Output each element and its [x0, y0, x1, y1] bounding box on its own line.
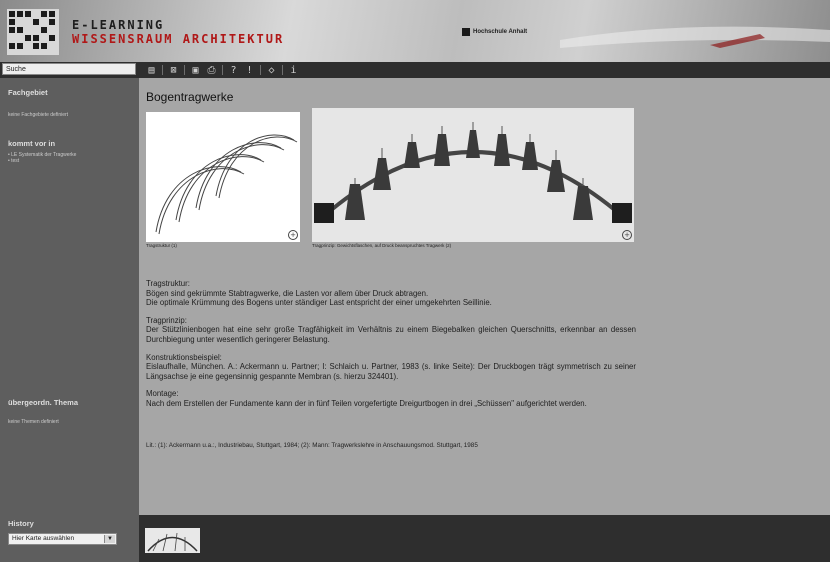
chevron-down-icon[interactable]: ▼: [104, 535, 115, 543]
main-content: Bogentragwerke + + Tragstruktur (1) Trag…: [139, 78, 830, 515]
figure-arch-drawing[interactable]: +: [146, 112, 300, 242]
university-logo: Hochschule Anhalt: [462, 28, 527, 36]
paragraph: Tragstruktur: Bögen sind gekrümmte Stabt…: [146, 279, 636, 308]
logo-title: E-LEARNING: [72, 18, 165, 32]
history-select-value: Hier Karte auswählen: [12, 535, 75, 542]
paragraph-label: Tragprinzip:: [146, 315, 187, 325]
logo-grid-icon: [7, 9, 59, 55]
history-bar: [139, 515, 830, 562]
fachgebiet-text: keine Fachgebiete definiert: [8, 112, 69, 118]
figure-hanging-model-photo[interactable]: +: [312, 108, 634, 242]
paragraph-text: Nach dem Erstellen der Fundamente kann d…: [146, 398, 587, 408]
logo-subtitle: WISSENSRAUM ARCHITEKTUR: [72, 32, 285, 46]
paragraph-label: Montage:: [146, 389, 179, 399]
header-decoration: [560, 26, 830, 48]
toolbar-icons: ▤ ⊠ ▣ ⎙ ? ! ◇ i: [146, 64, 299, 76]
toolbar-divider: [222, 65, 223, 75]
toolbar-divider: [282, 65, 283, 75]
paragraph-text: Der Stützlinienbogen hat eine sehr große…: [146, 325, 636, 344]
history-heading: History: [8, 519, 34, 528]
toolbar-divider: [162, 65, 163, 75]
literature-reference: Lit.: (1): Ackermann u.a.:, Industriebau…: [146, 442, 478, 449]
kommt-vor-link-2[interactable]: • test: [8, 158, 19, 164]
paragraph-label: Tragstruktur:: [146, 279, 190, 288]
sitemap-icon[interactable]: ⊠: [168, 65, 179, 76]
thema-text: keine Themen definiert: [8, 419, 59, 425]
zoom-icon[interactable]: +: [288, 230, 298, 240]
university-name: Hochschule Anhalt: [473, 29, 528, 35]
figure-2-caption: Tragprinzip: Gewichtsflaschen, auf Druck…: [312, 243, 452, 248]
figure-1-caption: Tragstruktur (1): [146, 243, 177, 248]
help-icon[interactable]: ?: [228, 65, 239, 76]
thema-heading: übergeordn. Thema: [8, 398, 79, 407]
toolbar: Suche ▤ ⊠ ▣ ⎙ ? ! ◇ i: [0, 62, 830, 78]
back-forward-icon[interactable]: ◇: [266, 65, 277, 76]
paragraph-text: Bögen sind gekrümmte Stabtragwerke, die …: [146, 288, 492, 308]
zoom-icon[interactable]: +: [622, 230, 632, 240]
toolbar-divider: [260, 65, 261, 75]
history-thumbnail[interactable]: [145, 528, 200, 553]
description-text: Tragstruktur: Bögen sind gekrümmte Stabt…: [146, 279, 636, 417]
paragraph: Konstruktionsbeispiel: Eislaufhalle, Mün…: [146, 353, 636, 382]
print-icon[interactable]: ⎙: [206, 65, 217, 76]
toolbar-divider: [184, 65, 185, 75]
document-icon[interactable]: ▤: [146, 65, 157, 76]
university-mark-icon: [462, 28, 470, 36]
fachgebiet-heading: Fachgebiet: [8, 88, 48, 97]
paragraph-label: Konstruktionsbeispiel:: [146, 352, 222, 362]
header: E-LEARNING WISSENSRAUM ARCHITEKTUR Hochs…: [0, 0, 830, 62]
search-input[interactable]: Suche: [2, 63, 136, 75]
kommt-vor-heading: kommt vor in: [8, 139, 56, 148]
page-title: Bogentragwerke: [146, 90, 234, 104]
paragraph: Tragprinzip: Der Stützlinienbogen hat ei…: [146, 316, 636, 345]
info-i-icon[interactable]: i: [288, 65, 299, 76]
thumbnail-image: [145, 528, 200, 553]
paragraph: Montage: Nach dem Erstellen der Fundamen…: [146, 389, 636, 408]
print-preview-icon[interactable]: ▣: [190, 65, 201, 76]
sidebar: Fachgebiet keine Fachgebiete definiert k…: [0, 78, 139, 562]
history-select[interactable]: Hier Karte auswählen ▼: [8, 533, 117, 545]
paragraph-text: Eislaufhalle, München. A.: Ackermann u. …: [146, 362, 636, 381]
hanging-model-image: [312, 108, 634, 242]
arch-drawing-image: [155, 134, 298, 235]
info-icon[interactable]: !: [244, 65, 255, 76]
